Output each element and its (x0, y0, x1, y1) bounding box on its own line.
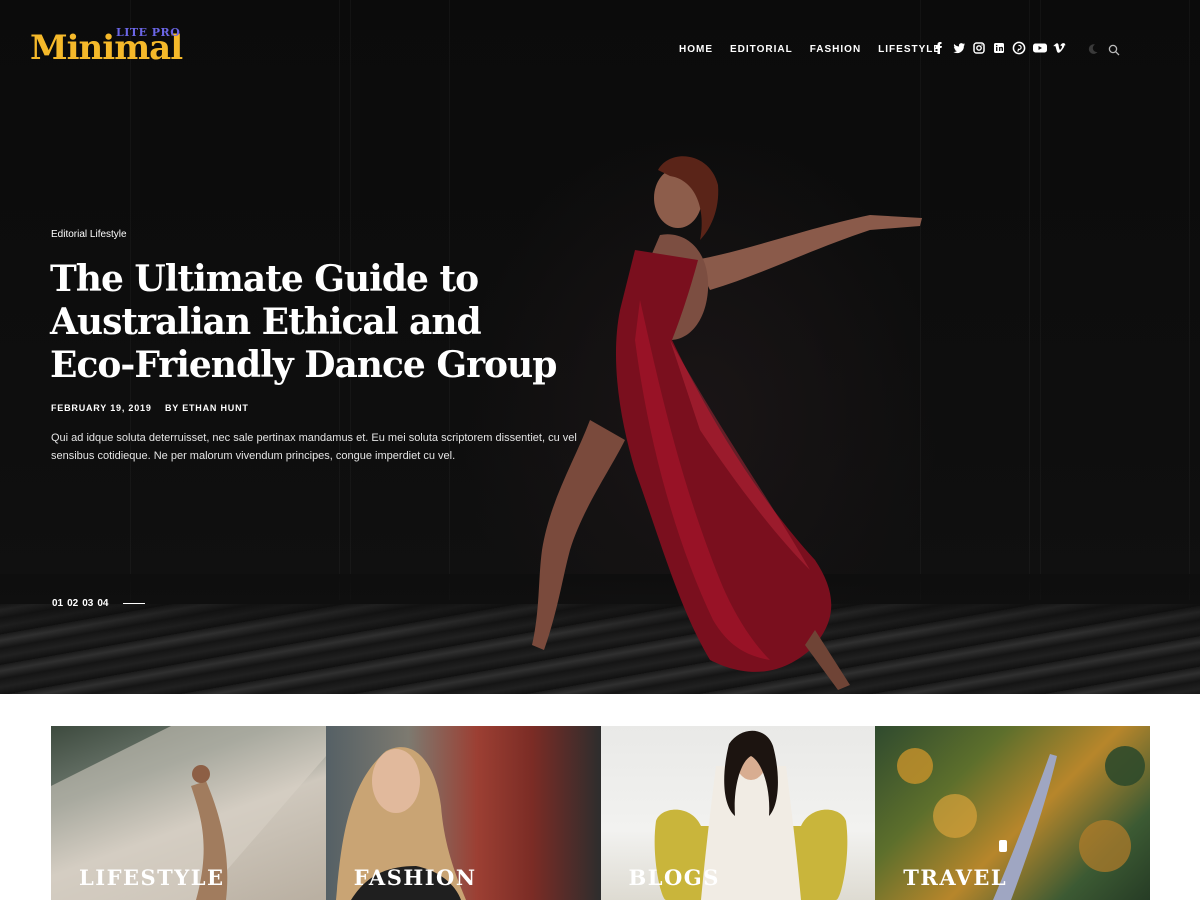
logo-tag: LITE PRO (116, 26, 181, 39)
category-tile-blogs[interactable]: BLOGS (600, 726, 876, 900)
pagination-line (122, 603, 145, 604)
slide-dot-3[interactable]: 03 (82, 598, 93, 609)
post-meta: FEBRUARY 19, 2019 BY ETHAN HUNT (51, 403, 259, 413)
slide-dot-2[interactable]: 02 (67, 598, 78, 609)
nav-item-home[interactable]: HOME (679, 44, 713, 55)
pinterest-icon[interactable] (1012, 41, 1026, 55)
category-tiles: LIFESTYLE FASHION BLOGS TRAVEL (51, 726, 1150, 900)
vimeo-icon[interactable] (1052, 41, 1066, 55)
main-nav: HOME EDITORIAL FASHION LIFESTYLE (679, 44, 958, 55)
tile-label: FASHION (353, 865, 477, 890)
slider-pagination: 01 02 03 04 (52, 598, 145, 609)
tile-label: TRAVEL (903, 865, 1008, 890)
nav-item-fashion[interactable]: FASHION (810, 44, 861, 55)
youtube-icon[interactable] (1032, 41, 1047, 55)
facebook-icon[interactable] (932, 41, 946, 55)
slide-dot-1[interactable]: 01 (52, 598, 63, 609)
tile-label: LIFESTYLE (79, 865, 225, 890)
instagram-icon[interactable] (972, 41, 986, 55)
post-author[interactable]: BY ETHAN HUNT (165, 403, 249, 413)
slide-dot-4[interactable]: 04 (97, 598, 108, 609)
twitter-icon[interactable] (952, 41, 966, 55)
moon-icon[interactable] (1087, 43, 1099, 55)
category-tile-lifestyle[interactable]: LIFESTYLE (51, 726, 326, 900)
wall-panel (1040, 0, 1190, 600)
category-tile-fashion[interactable]: FASHION (325, 726, 601, 900)
category-tile-travel[interactable]: TRAVEL (875, 726, 1150, 900)
site-logo[interactable]: Minimal LITE PRO (30, 26, 200, 68)
nav-item-editorial[interactable]: EDITORIAL (730, 44, 793, 55)
social-links (932, 41, 1072, 55)
post-category[interactable]: Editorial Lifestyle (51, 229, 127, 240)
post-excerpt: Qui ad idque soluta deterruisset, nec sa… (51, 432, 577, 462)
post-date: FEBRUARY 19, 2019 (51, 403, 152, 413)
hero-dancer-image (532, 156, 922, 690)
post-title[interactable]: The Ultimate Guide to Australian Ethical… (50, 258, 570, 387)
search-icon[interactable] (1108, 43, 1120, 56)
tile-label: BLOGS (628, 865, 720, 890)
linkedin-icon[interactable] (992, 41, 1006, 55)
